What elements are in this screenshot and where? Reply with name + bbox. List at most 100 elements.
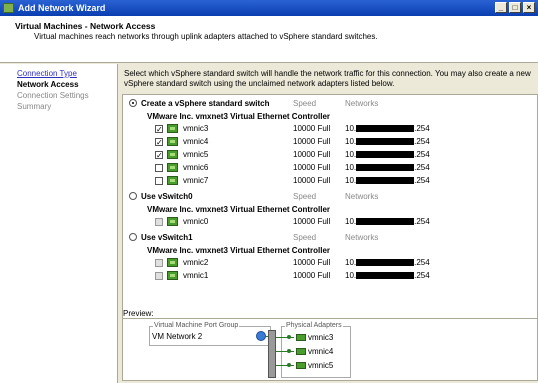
speed-header: Speed [293, 233, 317, 242]
nic-icon [296, 362, 306, 370]
nic-checkbox [155, 259, 163, 267]
page-title: Virtual Machines - Network Access [15, 21, 156, 31]
connector-line [276, 365, 294, 366]
nic-speed: 10000 Full [293, 150, 331, 159]
nic-icon [167, 217, 178, 226]
nic-network: 10. .254 [345, 258, 430, 267]
nic-row-vmnic2: vmnic2 10000 Full 10. .254 [123, 257, 537, 270]
nav-item-network-access: Network Access [17, 80, 79, 89]
wizard-nav: Connection Type Network Access Connectio… [0, 64, 118, 383]
networks-header: Networks [345, 99, 379, 108]
nic-checkbox[interactable]: ✓ [155, 138, 163, 147]
physical-adapters-box: Physical Adapters vmnic3 vmnic4 vmnic5 [281, 322, 351, 378]
option-vswitch1[interactable]: Use vSwitch1 [129, 232, 193, 242]
nic-name: vmnic1 [183, 271, 209, 280]
nic-icon [167, 137, 178, 146]
option-label: Use vSwitch1 [141, 233, 193, 242]
controller-label: VMware Inc. vmxnet3 Virtual Ethernet Con… [147, 246, 331, 255]
radio-vswitch1[interactable] [129, 232, 137, 241]
speed-header: Speed [293, 192, 317, 201]
nic-speed: 10000 Full [293, 258, 331, 267]
minimize-button[interactable]: _ [495, 2, 507, 13]
nic-network: 10. .254 [345, 271, 430, 280]
nav-item-connection-type[interactable]: Connection Type [17, 69, 77, 78]
nic-checkbox[interactable] [155, 164, 163, 172]
nic-icon [167, 258, 178, 267]
nic-icon [167, 150, 178, 159]
adapter-item: vmnic3 [296, 333, 333, 342]
connector-dot [287, 349, 291, 353]
radio-vswitch0[interactable] [129, 191, 137, 200]
vswitch-bar [268, 330, 276, 378]
nic-checkbox[interactable]: ✓ [155, 125, 163, 134]
nic-row-vmnic5[interactable]: ✓ vmnic5 10000 Full 10. .254 [123, 149, 537, 162]
nic-icon [167, 176, 178, 185]
nic-checkbox [155, 272, 163, 280]
nic-speed: 10000 Full [293, 217, 331, 226]
connector-line [276, 337, 294, 338]
physical-adapters-legend: Physical Adapters [285, 322, 343, 329]
speed-header: Speed [293, 99, 317, 108]
page-subtitle: Virtual machines reach networks through … [34, 32, 378, 41]
nic-name: vmnic7 [183, 176, 209, 185]
preview-panel: Virtual Machine Port Group VM Network 2 … [122, 318, 538, 381]
nic-row-vmnic1: vmnic1 10000 Full 10. .254 [123, 270, 537, 283]
nic-checkbox [155, 218, 163, 226]
radio-create-switch[interactable] [129, 98, 137, 107]
wizard-header: Virtual Machines - Network Access Virtua… [0, 16, 538, 63]
connector-dot [287, 363, 291, 367]
preview-label: Preview: [123, 309, 154, 318]
nic-icon [167, 124, 178, 133]
nav-item-connection-settings: Connection Settings [17, 91, 89, 100]
nic-name: vmnic3 [183, 124, 209, 133]
controller-label: VMware Inc. vmxnet3 Virtual Ethernet Con… [147, 205, 331, 214]
nic-name: vmnic0 [183, 217, 209, 226]
port-group-legend: Virtual Machine Port Group [153, 322, 240, 329]
nic-speed: 10000 Full [293, 176, 331, 185]
networks-header: Networks [345, 192, 379, 201]
window-title: Add Network Wizard [18, 3, 106, 13]
nic-name: vmnic2 [183, 258, 209, 267]
nav-item-summary: Summary [17, 102, 52, 111]
nic-row-vmnic0: vmnic0 10000 Full 10. .254 [123, 216, 537, 229]
instructions-text: Select which vSphere standard switch wil… [124, 69, 531, 88]
nic-row-vmnic4[interactable]: ✓ vmnic4 10000 Full 10. .254 [123, 136, 537, 149]
nic-network: 10. .254 [345, 150, 430, 159]
nic-row-vmnic6[interactable]: vmnic6 10000 Full 10. .254 [123, 162, 537, 175]
nic-icon [167, 163, 178, 172]
nic-network: 10. .254 [345, 137, 430, 146]
adapter-item: vmnic4 [296, 347, 333, 356]
option-label: Create a vSphere standard switch [141, 99, 270, 108]
close-button[interactable]: × [523, 2, 535, 13]
title-bar: Add Network Wizard _ □ × [0, 0, 538, 16]
option-create-switch[interactable]: Create a vSphere standard switch [129, 98, 270, 108]
networks-header: Networks [345, 233, 379, 242]
nic-speed: 10000 Full [293, 137, 331, 146]
nic-network: 10. .254 [345, 176, 430, 185]
connector-dot [287, 335, 291, 339]
nic-network: 10. .254 [345, 163, 430, 172]
nic-speed: 10000 Full [293, 163, 331, 172]
controller-label: VMware Inc. vmxnet3 Virtual Ethernet Con… [147, 112, 331, 121]
adapter-item: vmnic5 [296, 361, 333, 370]
nic-speed: 10000 Full [293, 124, 331, 133]
connector-line [276, 351, 294, 352]
nic-row-vmnic3[interactable]: ✓ vmnic3 10000 Full 10. .254 [123, 123, 537, 136]
option-vswitch0[interactable]: Use vSwitch0 [129, 191, 193, 201]
port-group-name: VM Network 2 [152, 332, 203, 341]
option-label: Use vSwitch0 [141, 192, 193, 201]
nic-icon [296, 348, 306, 356]
port-group-box: Virtual Machine Port Group VM Network 2 [149, 322, 271, 346]
nic-name: vmnic5 [183, 150, 209, 159]
nic-name: vmnic6 [183, 163, 209, 172]
nic-network: 10. .254 [345, 217, 430, 226]
main-content: Select which vSphere standard switch wil… [119, 64, 538, 383]
nic-checkbox[interactable]: ✓ [155, 151, 163, 160]
wizard-icon [3, 3, 14, 13]
nic-row-vmnic7[interactable]: vmnic7 10000 Full 10. .254 [123, 175, 537, 188]
nic-checkbox[interactable] [155, 177, 163, 185]
nic-speed: 10000 Full [293, 271, 331, 280]
network-globe-icon [256, 331, 266, 341]
nic-icon [167, 271, 178, 280]
maximize-button[interactable]: □ [509, 2, 521, 13]
